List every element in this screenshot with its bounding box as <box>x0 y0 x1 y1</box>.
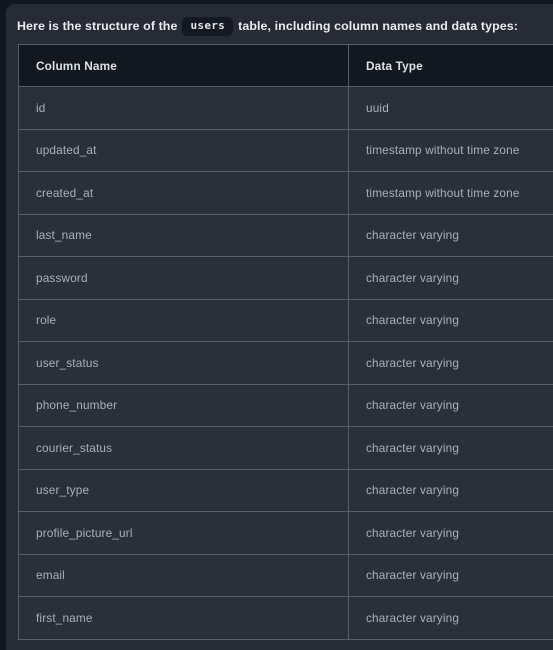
table-row: user_status character varying <box>18 341 553 385</box>
cell-column-name: user_status <box>18 341 349 385</box>
cell-data-type: character varying <box>348 299 553 342</box>
table-row: password character varying <box>18 256 553 300</box>
cell-column-name: id <box>18 86 349 130</box>
header-data-type: Data Type <box>348 44 553 87</box>
cell-data-type: character varying <box>348 341 553 385</box>
cell-data-type: character varying <box>348 511 553 555</box>
cell-data-type: character varying <box>348 469 553 512</box>
table-row: profile_picture_url character varying <box>18 511 553 555</box>
table-row: last_name character varying <box>18 214 553 257</box>
cell-column-name: user_type <box>18 469 349 512</box>
cell-data-type: timestamp without time zone <box>348 129 553 172</box>
table-row: id uuid <box>18 86 553 130</box>
table-row: first_name character varying <box>18 596 553 639</box>
screen-root: Here is the structure of the users table, … <box>0 0 553 650</box>
cell-column-name: last_name <box>18 214 349 257</box>
intro-text-before: Here is the structure of the <box>17 19 178 33</box>
intro-text-after: table, including column names and data t… <box>238 19 519 33</box>
header-column-name: Column Name <box>18 44 349 87</box>
cell-column-name: email <box>18 554 349 597</box>
cell-data-type: character varying <box>348 256 553 300</box>
table-row: updated_at timestamp without time zone <box>18 129 553 172</box>
cell-column-name: phone_number <box>18 384 349 427</box>
cell-column-name: first_name <box>18 596 349 639</box>
cell-column-name: password <box>18 256 349 300</box>
schema-table-body: id uuid updated_at timestamp without time z… <box>18 86 553 639</box>
cell-data-type: uuid <box>348 86 553 130</box>
cell-data-type: character varying <box>348 384 553 427</box>
cell-column-name: profile_picture_url <box>18 511 349 555</box>
table-row: email character varying <box>18 554 553 597</box>
cell-column-name: updated_at <box>18 129 349 172</box>
table-row: courier_status character varying <box>18 426 553 470</box>
schema-table-head: Column Name Data Type <box>18 44 553 87</box>
message-panel: Here is the structure of the users table, … <box>6 4 553 650</box>
cell-data-type: timestamp without time zone <box>348 171 553 215</box>
table-row: role character varying <box>18 299 553 342</box>
table-row: phone_number character varying <box>18 384 553 427</box>
cell-data-type: character varying <box>348 596 553 639</box>
cell-data-type: character varying <box>348 426 553 470</box>
intro-text: Here is the structure of the users table, … <box>17 16 547 36</box>
schema-table-scroll-container[interactable]: Column Name Data Type id uuid updated_at ti… <box>18 44 553 650</box>
cell-column-name: role <box>18 299 349 342</box>
table-row: created_at timestamp without time zone <box>18 171 553 215</box>
table-header-row: Column Name Data Type <box>18 44 553 87</box>
cell-column-name: courier_status <box>18 426 349 470</box>
cell-data-type: character varying <box>348 554 553 597</box>
cell-data-type: character varying <box>348 214 553 257</box>
table-name-code-chip: users <box>182 17 234 36</box>
table-row: user_type character varying <box>18 469 553 512</box>
cell-column-name: created_at <box>18 171 349 215</box>
schema-table: Column Name Data Type id uuid updated_at ti… <box>18 44 553 640</box>
